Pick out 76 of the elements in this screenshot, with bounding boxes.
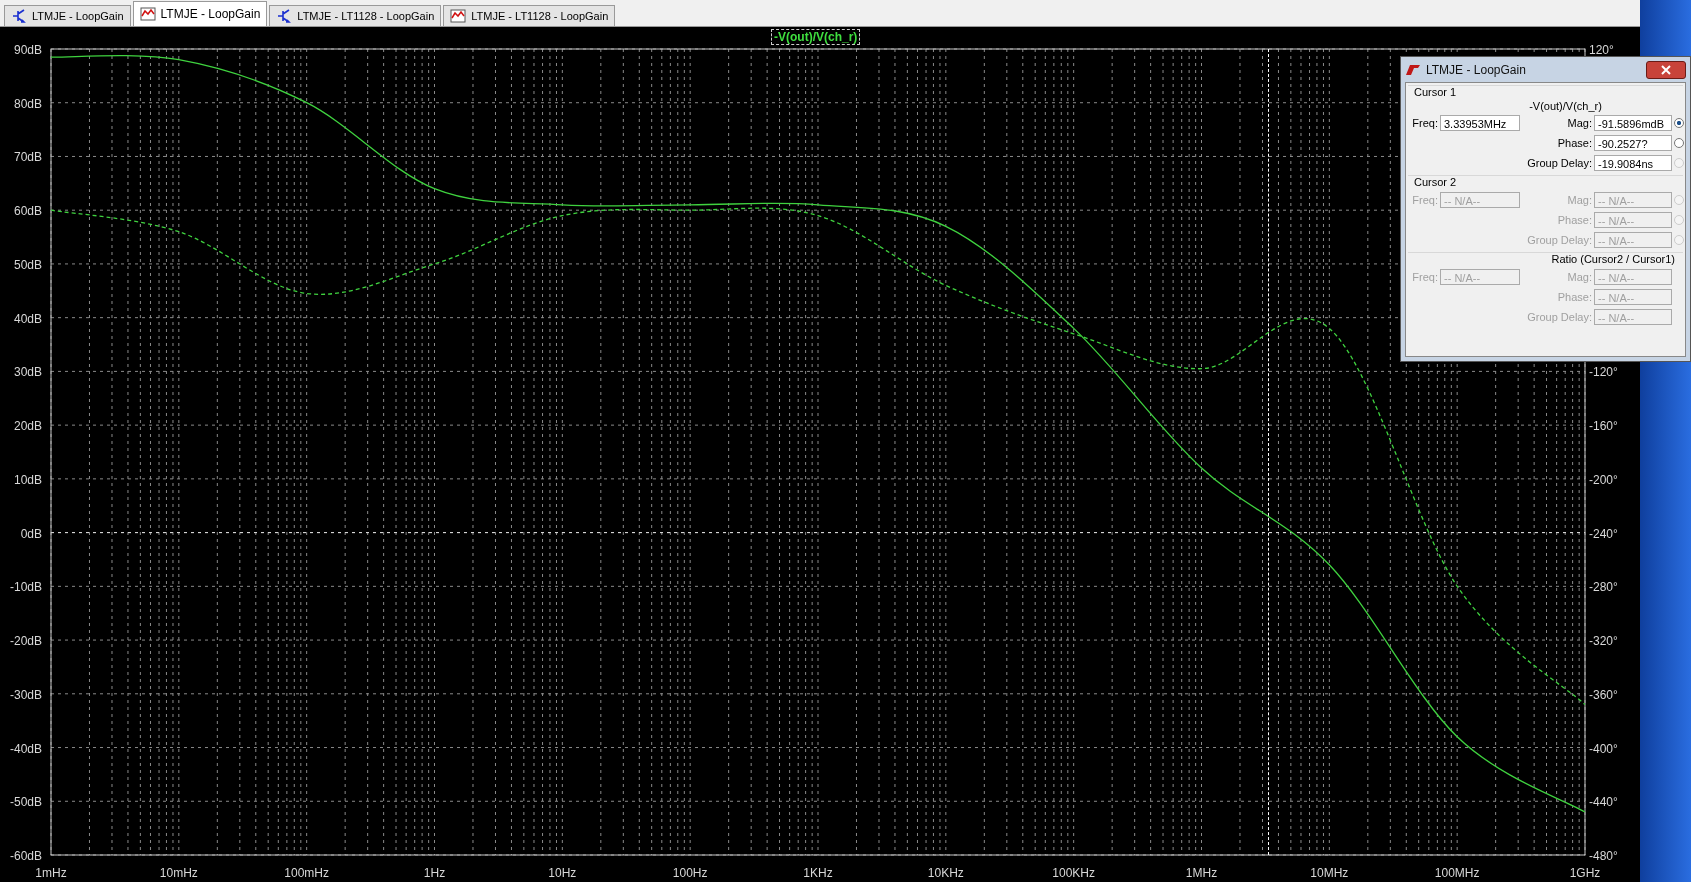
field-label: Group Delay: [1526,234,1592,246]
field-label: Mag: [1566,271,1592,283]
radio-button[interactable] [1674,138,1684,148]
phase-axis-label: -440° [1589,795,1618,810]
trace-name: -V(out)/V(ch_r) [1528,100,1603,113]
x-axis-label: 1GHz [1569,866,1601,880]
waveform-icon [139,6,156,22]
x-axis-label: 10MHz [1310,866,1349,880]
y-axis-label: 40dB [13,311,42,326]
field-label: Phase: [1556,214,1592,226]
document-tab[interactable]: LTMJE - LoopGain [4,5,131,26]
phase-axis-label: -400° [1589,741,1618,756]
phase-axis-label: -200° [1589,472,1618,487]
x-axis-label: 1Hz [423,866,446,880]
field-label: Freq: [1411,271,1438,283]
y-axis-label: 0dB [20,526,42,541]
transistor-icon [276,8,293,24]
y-axis-label: 60dB [13,204,42,219]
y-axis-label: 50dB [13,257,42,272]
y-axis-label: -20dB [9,634,42,649]
y-axis-label: -30dB [9,687,42,702]
logo-icon [1405,63,1421,76]
value-field[interactable]: -19.9084ns [1594,155,1672,171]
dialog-title: LTMJE - LoopGain [1426,62,1527,77]
y-axis-label: 80dB [13,96,42,111]
frequency-field[interactable]: 3.33953MHz [1440,115,1520,131]
trace-label[interactable]: -V(out)/V(ch_r) [771,29,861,45]
x-axis-label: 10Hz [548,866,577,880]
field-label: Group Delay: [1526,311,1592,323]
phase-axis-label: -280° [1589,580,1618,595]
field-label: Mag: [1566,117,1592,129]
y-axis-label: 10dB [13,472,42,487]
group-heading: Cursor 1 [1414,86,1457,98]
field-label: Phase: [1556,291,1592,303]
x-axis-label: 100Hz [672,866,708,880]
close-button[interactable] [1646,60,1686,79]
cursor-line[interactable] [1267,49,1269,855]
y-axis-label: -50dB [9,795,42,810]
x-axis-label: 1MHz [1185,866,1218,880]
phase-axis-label: -360° [1589,687,1618,702]
phase-axis-label: -240° [1589,526,1618,541]
phase-axis-label: 120° [1589,43,1614,57]
radio-button[interactable] [1674,118,1684,128]
transistor-icon [11,8,27,24]
waveform-icon [450,8,467,24]
x-axis-label: 1mHz [35,866,67,880]
field-label: Freq: [1411,194,1438,206]
phase-axis-label: -480° [1589,849,1618,863]
field-label: Mag: [1566,194,1592,206]
close-icon [1661,64,1671,75]
y-axis-label: 70dB [13,150,42,165]
y-axis-label: 20dB [13,419,42,434]
group-heading: Ratio (Cursor2 / Cursor1) [1551,253,1675,265]
phase-axis-label: -160° [1589,419,1618,434]
document-tab[interactable]: LTMJE - LT1128 - LoopGain [443,5,616,26]
x-axis-label: 10mHz [159,866,198,880]
field-label: Phase: [1556,137,1592,149]
y-axis-label: 90dB [13,43,42,57]
y-axis-label: 30dB [13,365,42,380]
x-axis-label: 100KHz [1052,866,1095,880]
y-axis-label: -10dB [9,580,42,595]
x-axis-label: 100mHz [284,866,329,880]
field-label: Freq: [1411,117,1438,129]
value-field[interactable]: -91.5896mdB [1594,115,1672,131]
y-axis-label: -60dB [9,849,42,863]
x-axis-label: 1KHz [803,866,833,880]
value-field[interactable]: -90.2527? [1594,135,1672,151]
y-axis-label: -40dB [9,741,42,756]
group-heading: Cursor 2 [1414,176,1457,188]
phase-axis-label: -320° [1589,634,1618,649]
document-tab[interactable]: LTMJE - LoopGain [132,1,268,26]
x-axis-label: 100MHz [1434,866,1480,880]
field-label: Group Delay: [1526,157,1592,169]
phase-axis-label: -120° [1589,365,1618,380]
x-axis-label: 10KHz [927,866,964,880]
document-tab[interactable]: LTMJE - LT1128 - LoopGain [269,5,442,26]
